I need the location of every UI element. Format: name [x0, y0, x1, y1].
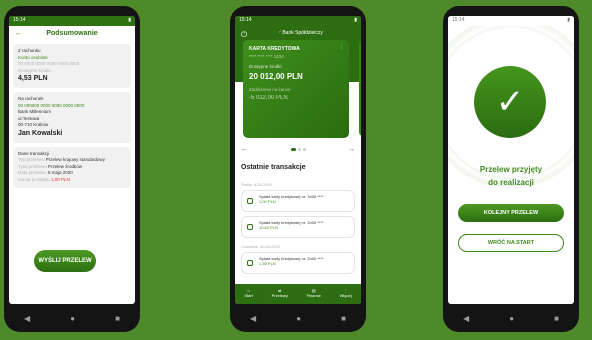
battery-icon: ▮	[128, 17, 131, 23]
status-time: 15:14	[239, 17, 252, 23]
pager-dots	[290, 146, 307, 153]
send-transfer-button[interactable]: WYŚLIJ PRZELEW	[34, 250, 96, 272]
back-nav-icon[interactable]: ◀	[24, 314, 30, 323]
message-line-1: Przelew przyjęty	[479, 165, 543, 174]
power-icon[interactable]: ⏻	[241, 30, 247, 40]
nav-finance[interactable]: ▤ Finanse	[307, 288, 321, 299]
home-nav-icon[interactable]: ●	[509, 314, 514, 323]
card-number: **** **** **** 1234	[249, 53, 284, 59]
card-balance: 20 012,00 PLN	[249, 72, 303, 81]
transaction-icon	[247, 198, 253, 204]
success-checkmark-icon: ✓	[474, 66, 546, 138]
confirmation-screen: 15:14 ▮ ✓ Przelew przyjęty do realizacji…	[448, 16, 574, 304]
home-nav-icon[interactable]: ●	[296, 314, 301, 323]
transaction-amount: 1,00 PLN	[259, 199, 276, 204]
status-bar: 15:14 ▮	[235, 16, 361, 26]
android-navbar: ◀ ● ■	[443, 308, 579, 328]
card-debt: -5 012,00 PLN	[249, 94, 288, 101]
details-card: Dane transakcji Typ przelewu Przelew kra…	[13, 146, 131, 188]
battery-icon: ▮	[354, 17, 357, 23]
from-account-card: Z rachunku Konto osobiste 00 0000 0000 0…	[13, 44, 131, 89]
credit-card-tile[interactable]: KARTA KREDYTOWA **** **** **** 1234 Dost…	[243, 40, 349, 138]
prev-arrow-icon[interactable]: ←	[241, 146, 248, 153]
recents-nav-icon[interactable]: ■	[554, 314, 559, 323]
transaction-amount: 1,55 PLN	[259, 261, 276, 266]
transaction-item[interactable]: Spłata karty kredytowej nr: 3400 **** 1,…	[241, 190, 355, 212]
next-transfer-button[interactable]: KOLEJNY PRZELEW	[458, 204, 564, 222]
home-nav-icon[interactable]: ●	[70, 314, 75, 323]
transaction-item[interactable]: Spłata karty kredytowej nr: 3400 **** 1,…	[241, 252, 355, 274]
debt-label: Zadłużenie na karcie	[249, 87, 291, 92]
recents-nav-icon[interactable]: ■	[115, 314, 120, 323]
transaction-icon	[247, 224, 253, 230]
transaction-date-header: Czwartek, 30.04.2020	[241, 244, 280, 249]
nav-transfers[interactable]: ⇄ Przelewy	[272, 288, 288, 299]
back-nav-icon[interactable]: ◀	[463, 314, 469, 323]
back-nav-icon[interactable]: ◀	[250, 314, 256, 323]
available-amount: 4,53 PLN	[18, 75, 48, 83]
transaction-amount: 10,62 PLN	[259, 225, 278, 230]
android-navbar: ◀ ● ■	[4, 308, 140, 328]
next-card-peek[interactable]	[359, 42, 361, 136]
card-pager: ← →	[241, 146, 355, 153]
detail-row: Kwota przelewu 1,00 PLN	[18, 176, 70, 182]
page-title: Podsumowanie	[46, 29, 98, 37]
back-arrow-icon[interactable]: ←	[15, 30, 29, 37]
summary-topbar: ← Podsumowanie	[9, 26, 135, 40]
status-bar: 15:14 ▮	[9, 16, 135, 26]
battery-icon: ▮	[567, 17, 570, 23]
card-title: KARTA KREDYTOWA	[249, 46, 300, 52]
more-options-icon[interactable]: ⋮	[340, 45, 345, 52]
transaction-item[interactable]: Spłata karty kredytowej nr: 3400 **** 10…	[241, 216, 355, 238]
recents-nav-icon[interactable]: ■	[341, 314, 346, 323]
recent-transactions-title: Ostatnie transakcje	[241, 164, 306, 171]
balance-label: Dostępne środki	[249, 64, 282, 70]
transaction-date-header: Środa, 6.05.2020	[241, 182, 272, 187]
status-time: 15:14	[13, 17, 26, 23]
back-to-start-button[interactable]: WRÓĆ NA START	[458, 234, 564, 252]
status-time: 15:14	[452, 17, 465, 23]
nav-start[interactable]: ⌂ Start	[244, 288, 252, 299]
recipient-name: Jan Kowalski	[18, 129, 63, 137]
confirmation-message: Przelew przyjęty do realizacji	[448, 164, 574, 190]
phone-summary: 15:14 ▮ ← Podsumowanie Z rachunku Konto …	[4, 6, 140, 332]
logo-swoosh-icon: ◜	[279, 30, 281, 36]
phone-dashboard: 15:14 ▮ ⏻ ◜ Bank Spółdzielczy KARTA KRED…	[230, 6, 366, 332]
transaction-icon	[247, 260, 253, 266]
to-account-card: Na rachunek 00 000000 0000 0000 0000 000…	[13, 92, 131, 143]
dashboard-screen: 15:14 ▮ ⏻ ◜ Bank Spółdzielczy KARTA KRED…	[235, 16, 361, 304]
phone-confirmation: 15:14 ▮ ✓ Przelew przyjęty do realizacji…	[443, 6, 579, 332]
android-navbar: ◀ ● ■	[230, 308, 366, 328]
next-arrow-icon[interactable]: →	[348, 146, 355, 153]
nav-more[interactable]: ⋮ Więcej	[340, 288, 352, 299]
bank-logo: ◜ Bank Spółdzielczy	[279, 30, 323, 36]
message-line-2: do realizacji	[488, 177, 534, 187]
status-bar: 15:14 ▮	[448, 16, 574, 26]
bottom-navigation: ⌂ Start ⇄ Przelewy ▤ Finanse ⋮ Więcej	[235, 284, 361, 304]
